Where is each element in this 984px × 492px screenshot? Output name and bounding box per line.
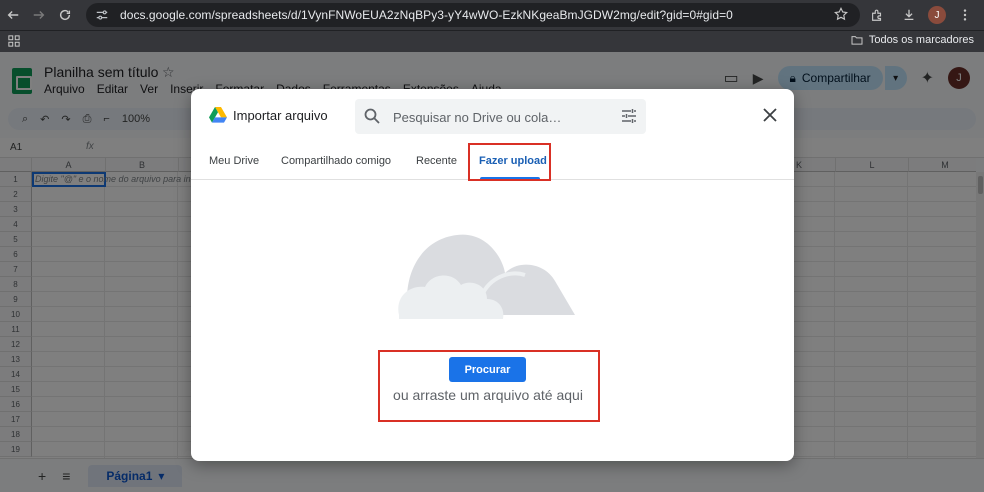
reload-icon[interactable] <box>52 0 78 30</box>
back-icon[interactable] <box>0 0 26 30</box>
browser-menu-icon[interactable] <box>952 0 978 30</box>
url-text: docs.google.com/spreadsheets/d/1VynFNWoE… <box>120 8 733 22</box>
address-bar[interactable]: docs.google.com/spreadsheets/d/1VynFNWoE… <box>86 3 860 27</box>
drive-logo-icon <box>209 107 227 123</box>
bookmark-star-icon[interactable] <box>834 6 850 23</box>
tab-shared-with-me[interactable]: Compartilhado comigo <box>281 155 391 167</box>
tab-recent[interactable]: Recente <box>416 155 457 167</box>
apps-grid-icon[interactable] <box>8 35 22 49</box>
all-bookmarks-button[interactable]: Todos os marcadores <box>851 34 974 46</box>
bookmarks-bar: Todos os marcadores <box>0 30 984 52</box>
extensions-icon[interactable] <box>864 0 890 30</box>
cloud-illustration <box>398 234 575 319</box>
upload-tab-highlight-box <box>468 143 551 181</box>
close-icon[interactable] <box>762 107 778 123</box>
browser-profile-avatar[interactable]: J <box>928 6 946 24</box>
folder-icon <box>851 36 863 45</box>
all-bookmarks-label: Todos os marcadores <box>868 34 974 46</box>
search-options-icon[interactable] <box>620 107 638 125</box>
dialog-title: Importar arquivo <box>233 108 328 123</box>
drag-drop-hint: ou arraste um arquivo até aqui <box>393 387 583 403</box>
tab-my-drive[interactable]: Meu Drive <box>209 155 259 167</box>
drive-search-box[interactable] <box>355 99 646 134</box>
import-file-dialog: Importar arquivo Meu Drive Compartilhado… <box>191 89 794 461</box>
site-info-icon[interactable] <box>94 7 110 23</box>
download-icon[interactable] <box>896 0 922 30</box>
search-input[interactable] <box>393 108 613 126</box>
search-icon[interactable] <box>363 107 381 125</box>
browser-toolbar: docs.google.com/spreadsheets/d/1VynFNWoE… <box>0 0 984 30</box>
forward-icon[interactable] <box>26 0 52 30</box>
browse-button[interactable]: Procurar <box>449 357 526 382</box>
